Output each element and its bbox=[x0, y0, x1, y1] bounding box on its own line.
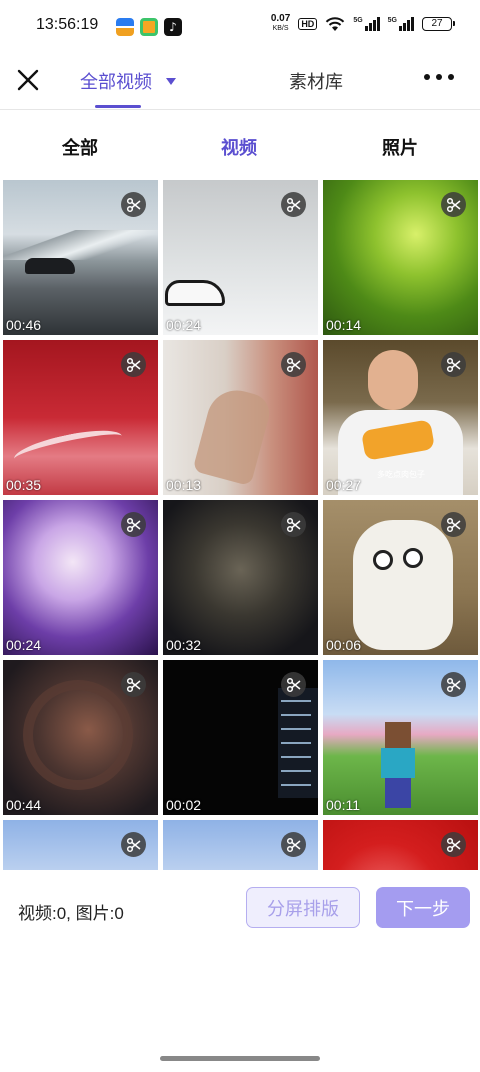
scissors-icon[interactable] bbox=[441, 832, 466, 857]
net-speed: 0.07 KB/S bbox=[271, 14, 290, 34]
media-thumbnail[interactable]: 00:44 bbox=[3, 660, 158, 815]
scissors-icon[interactable] bbox=[441, 672, 466, 697]
tab-all-videos[interactable]: 全部视频 bbox=[80, 68, 176, 94]
scissors-icon[interactable] bbox=[281, 192, 306, 217]
media-thumbnail[interactable]: 00:06 bbox=[323, 500, 478, 655]
split-screen-button[interactable]: 分屏排版 bbox=[246, 887, 360, 928]
home-indicator[interactable] bbox=[160, 1056, 320, 1061]
scissors-icon[interactable] bbox=[281, 352, 306, 377]
video-duration: 00:13 bbox=[166, 477, 202, 493]
video-duration: 00:46 bbox=[6, 317, 42, 333]
active-tab-indicator bbox=[95, 105, 141, 108]
scissors-icon[interactable] bbox=[121, 352, 146, 377]
media-thumbnail[interactable]: 00:14 bbox=[323, 180, 478, 335]
next-step-button[interactable]: 下一步 bbox=[376, 887, 470, 928]
status-right: 0.07 KB/S HD 5G 5G 27 bbox=[271, 14, 455, 34]
media-thumbnail[interactable]: 00:02 bbox=[163, 660, 318, 815]
signal-label: 5G bbox=[353, 17, 363, 24]
signal-label-2: 5G bbox=[387, 17, 397, 24]
status-bar: 13:56:19 ♪ 0.07 KB/S HD 5G 5G 27 bbox=[0, 0, 480, 56]
bottom-action-bar: 视频:0, 图片:0 分屏排版 下一步 bbox=[0, 870, 480, 1072]
video-caption: 多吃点肉包子 bbox=[377, 470, 425, 479]
video-duration: 00:32 bbox=[166, 637, 202, 653]
filter-all[interactable]: 全部 bbox=[62, 134, 98, 160]
scissors-icon[interactable] bbox=[281, 512, 306, 537]
media-thumbnail[interactable]: 多吃点肉包子 00:27 bbox=[323, 340, 478, 495]
filter-photos[interactable]: 照片 bbox=[382, 134, 418, 160]
video-duration: 00:44 bbox=[6, 797, 42, 813]
scissors-icon[interactable] bbox=[441, 352, 466, 377]
media-thumbnail[interactable]: 00:35 bbox=[3, 340, 158, 495]
media-thumbnail[interactable]: 00:13 bbox=[163, 340, 318, 495]
signal-icon-2: 5G bbox=[388, 17, 414, 31]
video-duration: 00:11 bbox=[326, 797, 360, 813]
scissors-icon[interactable] bbox=[121, 832, 146, 857]
battery-icon: 27 bbox=[422, 17, 455, 31]
app-notification-icon bbox=[116, 18, 134, 36]
status-app-icons: ♪ bbox=[116, 18, 182, 36]
media-filter-tabs: 全部 视频 照片 bbox=[0, 110, 480, 180]
wifi-icon bbox=[326, 17, 345, 31]
video-duration: 00:24 bbox=[166, 317, 202, 333]
media-thumbnail[interactable]: 00:24 bbox=[3, 500, 158, 655]
video-duration: 00:02 bbox=[166, 797, 202, 813]
scissors-icon[interactable] bbox=[281, 672, 306, 697]
video-duration: 00:14 bbox=[326, 317, 362, 333]
media-grid: 00:46 00:24 00:14 00:35 00:13 多吃点肉包子 00:… bbox=[0, 180, 480, 870]
tab-all-videos-label: 全部视频 bbox=[80, 72, 152, 93]
media-thumbnail[interactable]: 00:32 bbox=[163, 500, 318, 655]
more-icon[interactable] bbox=[424, 74, 454, 80]
app-store-icon bbox=[140, 18, 158, 36]
selection-counts: 视频:0, 图片:0 bbox=[18, 904, 124, 923]
close-icon[interactable] bbox=[14, 66, 42, 94]
hd-badge: HD bbox=[298, 18, 318, 30]
status-time: 13:56:19 bbox=[36, 16, 99, 33]
media-thumbnail[interactable]: 00:24 bbox=[163, 180, 318, 335]
video-duration: 00:24 bbox=[6, 637, 42, 653]
media-thumbnail[interactable] bbox=[3, 820, 158, 870]
media-thumbnail[interactable] bbox=[163, 820, 318, 870]
media-thumbnail[interactable]: 00:11 bbox=[323, 660, 478, 815]
net-speed-unit: KB/S bbox=[272, 25, 289, 32]
tiktok-icon: ♪ bbox=[164, 18, 182, 36]
top-bar: 全部视频 素材库 bbox=[0, 56, 480, 110]
video-duration: 00:27 bbox=[326, 477, 362, 493]
video-duration: 00:35 bbox=[6, 477, 42, 493]
scissors-icon[interactable] bbox=[441, 512, 466, 537]
net-speed-value: 0.07 bbox=[270, 13, 291, 24]
signal-icon: 5G bbox=[353, 17, 380, 31]
scissors-icon[interactable] bbox=[281, 832, 306, 857]
media-thumbnail[interactable]: 00:46 bbox=[3, 180, 158, 335]
video-duration: 00:06 bbox=[326, 637, 362, 653]
media-thumbnail[interactable] bbox=[323, 820, 478, 870]
scissors-icon[interactable] bbox=[121, 192, 146, 217]
scissors-icon[interactable] bbox=[121, 512, 146, 537]
filter-videos[interactable]: 视频 bbox=[221, 134, 257, 160]
tab-library[interactable]: 素材库 bbox=[289, 68, 343, 94]
scissors-icon[interactable] bbox=[121, 672, 146, 697]
chevron-down-icon bbox=[166, 77, 176, 85]
scissors-icon[interactable] bbox=[441, 192, 466, 217]
